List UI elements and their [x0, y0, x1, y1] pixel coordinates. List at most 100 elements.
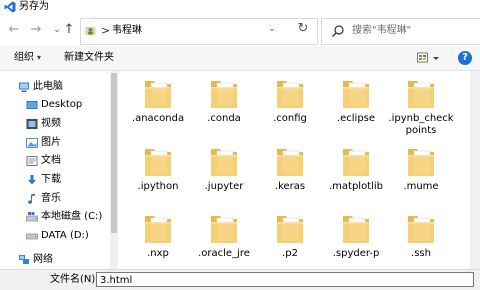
nav-item-pictures[interactable]: 图片 — [0, 134, 110, 152]
desktop-icon — [26, 101, 38, 109]
folder-item[interactable]: .ipython — [125, 145, 191, 193]
music-icon — [28, 193, 35, 204]
forward-arrow-icon[interactable]: → — [30, 23, 42, 36]
folder-icon — [211, 149, 237, 176]
folder-icon — [211, 81, 237, 108]
nav-item-desktop[interactable]: Desktop — [0, 96, 110, 114]
folder-icon — [277, 149, 303, 176]
folder-item[interactable]: .spyder-p — [323, 212, 389, 260]
folder-name: .ssh — [411, 248, 431, 259]
folder-name: .nxp — [147, 248, 169, 259]
folder-icon — [343, 81, 369, 108]
search-box[interactable]: 搜索"韦程琳" — [321, 18, 480, 45]
nav-item-downloads[interactable]: 下载 — [0, 171, 110, 189]
folder-name: .keras — [274, 181, 306, 192]
filename-row: 文件名(N): 3.html — [0, 269, 480, 290]
command-toolbar: 组织 ▾ 新建文件夹 ? — [0, 46, 480, 71]
folder-name: .ipynb_checkpoints — [388, 113, 454, 136]
view-options-icon[interactable] — [417, 52, 441, 64]
recent-chevron-down-icon[interactable]: ⌄ — [51, 24, 63, 36]
nav-item-videos[interactable]: 视频 — [0, 115, 110, 133]
nav-item-drive-c[interactable]: 本地磁盘 (C:) — [0, 208, 110, 226]
search-icon — [332, 25, 344, 37]
folder-icon — [343, 149, 369, 176]
folder-icon — [408, 81, 434, 108]
folder-icon — [408, 149, 434, 176]
folder-item[interactable]: .conda — [191, 77, 257, 125]
nav-item-label: 音乐 — [41, 193, 61, 204]
vscode-icon — [4, 1, 16, 13]
folder-icon — [145, 216, 171, 243]
navigation-pane: 此电脑 Desktop 视频 图片 文档 下载 音乐 本地磁盘 (C:) DAT… — [0, 71, 118, 269]
folder-name: .spyder-p — [332, 248, 380, 259]
nav-item-network[interactable]: 网络 — [0, 251, 110, 269]
nav-item-documents[interactable]: 文档 — [0, 152, 110, 170]
breadcrumb-current[interactable]: 韦程琳 — [112, 23, 142, 39]
address-bar[interactable]: > 韦程琳 — [80, 18, 318, 45]
network-icon — [19, 255, 29, 264]
address-row: ← → ⌄ ↑ > 韦程琳 ⌄ ↻ 搜索"韦程琳" — [0, 16, 480, 46]
folder-name: .ipython — [137, 181, 179, 192]
folder-icon — [211, 216, 237, 243]
folder-icon — [277, 216, 303, 243]
download-icon — [28, 175, 36, 185]
folder-name: .conda — [207, 113, 241, 124]
folder-item[interactable]: .config — [257, 77, 323, 125]
nav-item-music[interactable]: 音乐 — [0, 190, 110, 208]
folder-name: .matplotlib — [328, 181, 384, 192]
nav-item-label: 此电脑 — [33, 81, 63, 92]
nav-item-this-pc[interactable]: 此电脑 — [0, 78, 110, 96]
filename-input[interactable]: 3.html — [96, 272, 474, 287]
drive-d-icon — [26, 233, 38, 240]
window-title: 另存为 — [19, 1, 49, 12]
nav-item-label: 文档 — [41, 155, 61, 166]
refresh-icon[interactable]: ↻ — [296, 22, 310, 36]
title-bar: 另存为 — [0, 0, 480, 14]
folder-icon — [145, 81, 171, 108]
documents-icon — [26, 156, 38, 166]
folder-item[interactable]: .ssh — [388, 212, 454, 260]
nav-scrollbar[interactable] — [110, 71, 118, 269]
new-folder-button[interactable]: 新建文件夹 — [64, 51, 114, 65]
help-icon[interactable]: ? — [458, 51, 472, 65]
nav-item-label: Desktop — [41, 99, 83, 110]
folder-item[interactable]: .ipynb_checkpoints — [388, 77, 454, 137]
folder-item[interactable]: .matplotlib — [323, 145, 389, 193]
folder-name: .jupyter — [204, 181, 244, 192]
nav-item-label: 网络 — [33, 254, 53, 265]
folder-item[interactable]: .eclipse — [323, 77, 389, 125]
folder-item[interactable]: .oracle_jre — [191, 212, 257, 260]
folder-item[interactable]: .anaconda — [125, 77, 191, 125]
file-list-scrollbar[interactable] — [470, 71, 480, 269]
breadcrumb-separator: > — [101, 24, 111, 37]
drive-c-icon — [26, 212, 38, 222]
folder-item[interactable]: .p2 — [257, 212, 323, 260]
folder-name: .anaconda — [131, 113, 185, 124]
folder-item[interactable]: .nxp — [125, 212, 191, 260]
nav-item-drive-d[interactable]: DATA (D:) — [0, 227, 110, 245]
organize-chevron-down-icon: ▾ — [37, 53, 42, 62]
folder-name: .config — [273, 113, 307, 124]
folder-name: .oracle_jre — [198, 248, 250, 259]
folder-item[interactable]: .jupyter — [191, 145, 257, 193]
organize-button[interactable]: 组织 ▾ — [14, 51, 41, 65]
folder-icon — [145, 149, 171, 176]
folder-icon — [343, 216, 369, 243]
search-input[interactable]: 搜索"韦程琳" — [352, 23, 411, 39]
address-dropdown-icon[interactable]: ⌄ — [266, 23, 278, 35]
filename-label: 文件名(N): — [50, 274, 99, 285]
nav-item-label: DATA (D:) — [41, 230, 89, 241]
nav-item-label: 本地磁盘 (C:) — [41, 211, 103, 222]
folder-icon — [408, 216, 434, 243]
folder-name: .p2 — [282, 248, 298, 259]
folder-name: .eclipse — [336, 113, 376, 124]
folder-item[interactable]: .mume — [388, 145, 454, 193]
nav-item-label: 视频 — [41, 118, 61, 129]
up-arrow-icon[interactable]: ↑ — [63, 23, 75, 36]
folder-item[interactable]: .keras — [257, 145, 323, 193]
nav-item-label: 下载 — [41, 174, 61, 185]
nav-scrollbar-thumb[interactable] — [111, 73, 117, 233]
back-arrow-icon[interactable]: ← — [8, 23, 20, 36]
folder-icon — [277, 81, 303, 108]
file-list: .anaconda .conda .config .eclipse .ipynb_che… — [118, 71, 480, 269]
